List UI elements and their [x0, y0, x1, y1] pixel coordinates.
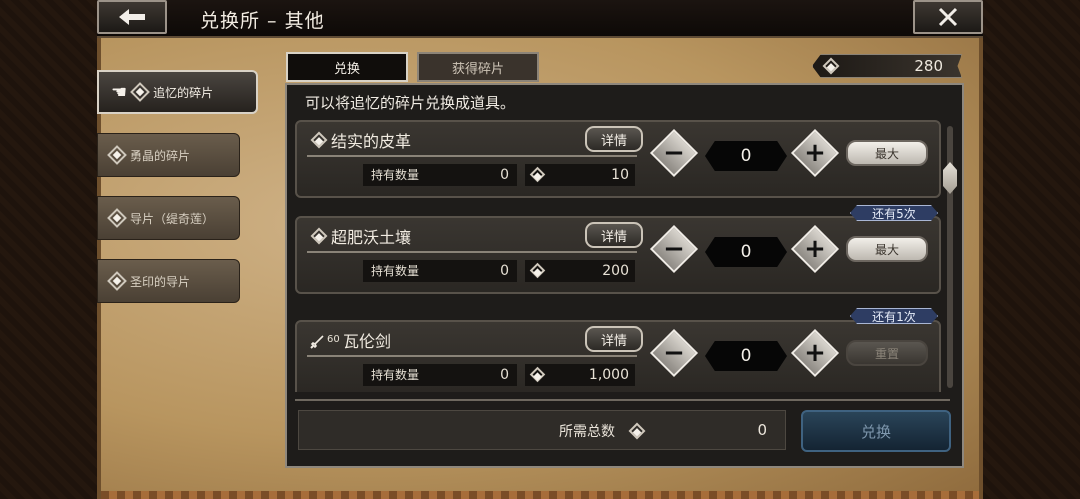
- list-item: 60 瓦伦剑 详情 持有数量 0 1,000 − 0 + 重置: [295, 320, 941, 392]
- sidebar-item-guide-tikilian[interactable]: 导片（缇奇莲）: [97, 196, 240, 240]
- reset-button[interactable]: 重置: [846, 340, 928, 366]
- fragment-diamond-icon: [310, 227, 328, 245]
- close-icon: [938, 7, 958, 27]
- description-text: 可以将追忆的碎片兑换成道具。: [305, 94, 516, 112]
- item-name: 结实的皮革: [331, 132, 412, 151]
- fragment-diamond-icon: [107, 208, 127, 228]
- cost-display: 200: [525, 260, 635, 282]
- divider: [295, 399, 950, 401]
- owned-count: 持有数量 0: [363, 364, 517, 386]
- total-label: 所需总数: [559, 424, 615, 440]
- tab-get-fragments[interactable]: 获得碎片: [417, 52, 539, 82]
- remaining-badge: 还有1次: [850, 308, 938, 324]
- owned-value: 0: [500, 263, 509, 279]
- currency-value: 280: [914, 57, 943, 75]
- fragment-diamond-icon: [529, 262, 546, 279]
- page-title: 兑换所 – 其他: [200, 10, 325, 32]
- owned-label: 持有数量: [371, 264, 420, 278]
- cost-value: 200: [602, 263, 629, 279]
- left-border-pattern: [0, 0, 97, 499]
- sidebar-item-label: 圣印的导片: [130, 274, 191, 289]
- quantity-value: 0: [705, 341, 787, 371]
- total-required: 所需总数 0: [298, 410, 786, 450]
- divider: [307, 155, 637, 157]
- remaining-badge: 还有5次: [850, 205, 938, 221]
- cost-value: 10: [611, 167, 629, 183]
- max-button[interactable]: 最大: [846, 236, 928, 262]
- right-border-pattern: [983, 0, 1080, 499]
- minus-icon: −: [663, 234, 685, 264]
- item-list[interactable]: 结实的皮革 详情 持有数量 0 10 − 0 + 最大 超肥沃土壤 详情 持有数…: [295, 120, 945, 392]
- fragment-diamond-icon: [107, 271, 127, 291]
- fragment-diamond-icon: [529, 166, 546, 183]
- plus-icon: +: [804, 338, 826, 368]
- sidebar-item-label: 导片（缇奇莲）: [130, 211, 215, 226]
- divider: [307, 355, 637, 357]
- detail-button[interactable]: 详情: [585, 222, 643, 248]
- quantity-value: 0: [705, 237, 787, 267]
- arrow-left-icon: [119, 9, 145, 25]
- owned-count: 持有数量 0: [363, 164, 517, 186]
- tab-exchange[interactable]: 兑换: [286, 52, 408, 82]
- owned-value: 0: [500, 167, 509, 183]
- divider: [307, 251, 637, 253]
- exchange-button[interactable]: 兑换: [801, 410, 951, 452]
- owned-label: 持有数量: [371, 168, 420, 182]
- sidebar-item-label: 追忆的碎片: [153, 85, 214, 100]
- currency-display: 280: [812, 54, 962, 78]
- item-level: 60: [327, 334, 340, 345]
- plus-icon: +: [804, 138, 826, 168]
- sidebar-item-label: 勇晶的碎片: [130, 148, 191, 163]
- max-button[interactable]: 最大: [846, 140, 928, 166]
- detail-button[interactable]: 详情: [585, 326, 643, 352]
- item-name: 超肥沃土壤: [331, 228, 412, 247]
- plus-icon: +: [804, 234, 826, 264]
- close-button[interactable]: [913, 0, 983, 34]
- pointing-hand-icon: ☚: [111, 81, 128, 103]
- fragment-diamond-icon: [822, 57, 840, 75]
- detail-button[interactable]: 详情: [585, 126, 643, 152]
- fragment-diamond-icon: [107, 145, 127, 165]
- sword-icon: [310, 335, 324, 349]
- owned-label: 持有数量: [371, 368, 420, 382]
- quantity-value: 0: [705, 141, 787, 171]
- owned-value: 0: [500, 367, 509, 383]
- minus-icon: −: [663, 138, 685, 168]
- owned-count: 持有数量 0: [363, 260, 517, 282]
- item-name: 瓦伦剑: [343, 332, 392, 351]
- minus-icon: −: [663, 338, 685, 368]
- total-value: 0: [757, 421, 767, 439]
- sidebar-item-brave-crystal-fragments[interactable]: 勇晶的碎片: [97, 133, 240, 177]
- list-item: 结实的皮革 详情 持有数量 0 10 − 0 + 最大: [295, 120, 941, 198]
- cost-value: 1,000: [588, 367, 629, 383]
- sidebar-item-memory-fragments[interactable]: ☚ 追忆的碎片: [97, 70, 258, 114]
- back-button[interactable]: [97, 0, 167, 34]
- cost-display: 1,000: [525, 364, 635, 386]
- fragment-diamond-icon: [529, 366, 546, 383]
- fragment-diamond-icon: [628, 422, 646, 440]
- list-item: 超肥沃土壤 详情 持有数量 0 200 − 0 + 最大: [295, 216, 941, 294]
- fragment-diamond-icon: [310, 131, 328, 149]
- sidebar-item-seal-guide[interactable]: 圣印的导片: [97, 259, 240, 303]
- cost-display: 10: [525, 164, 635, 186]
- fragment-diamond-icon: [130, 82, 151, 102]
